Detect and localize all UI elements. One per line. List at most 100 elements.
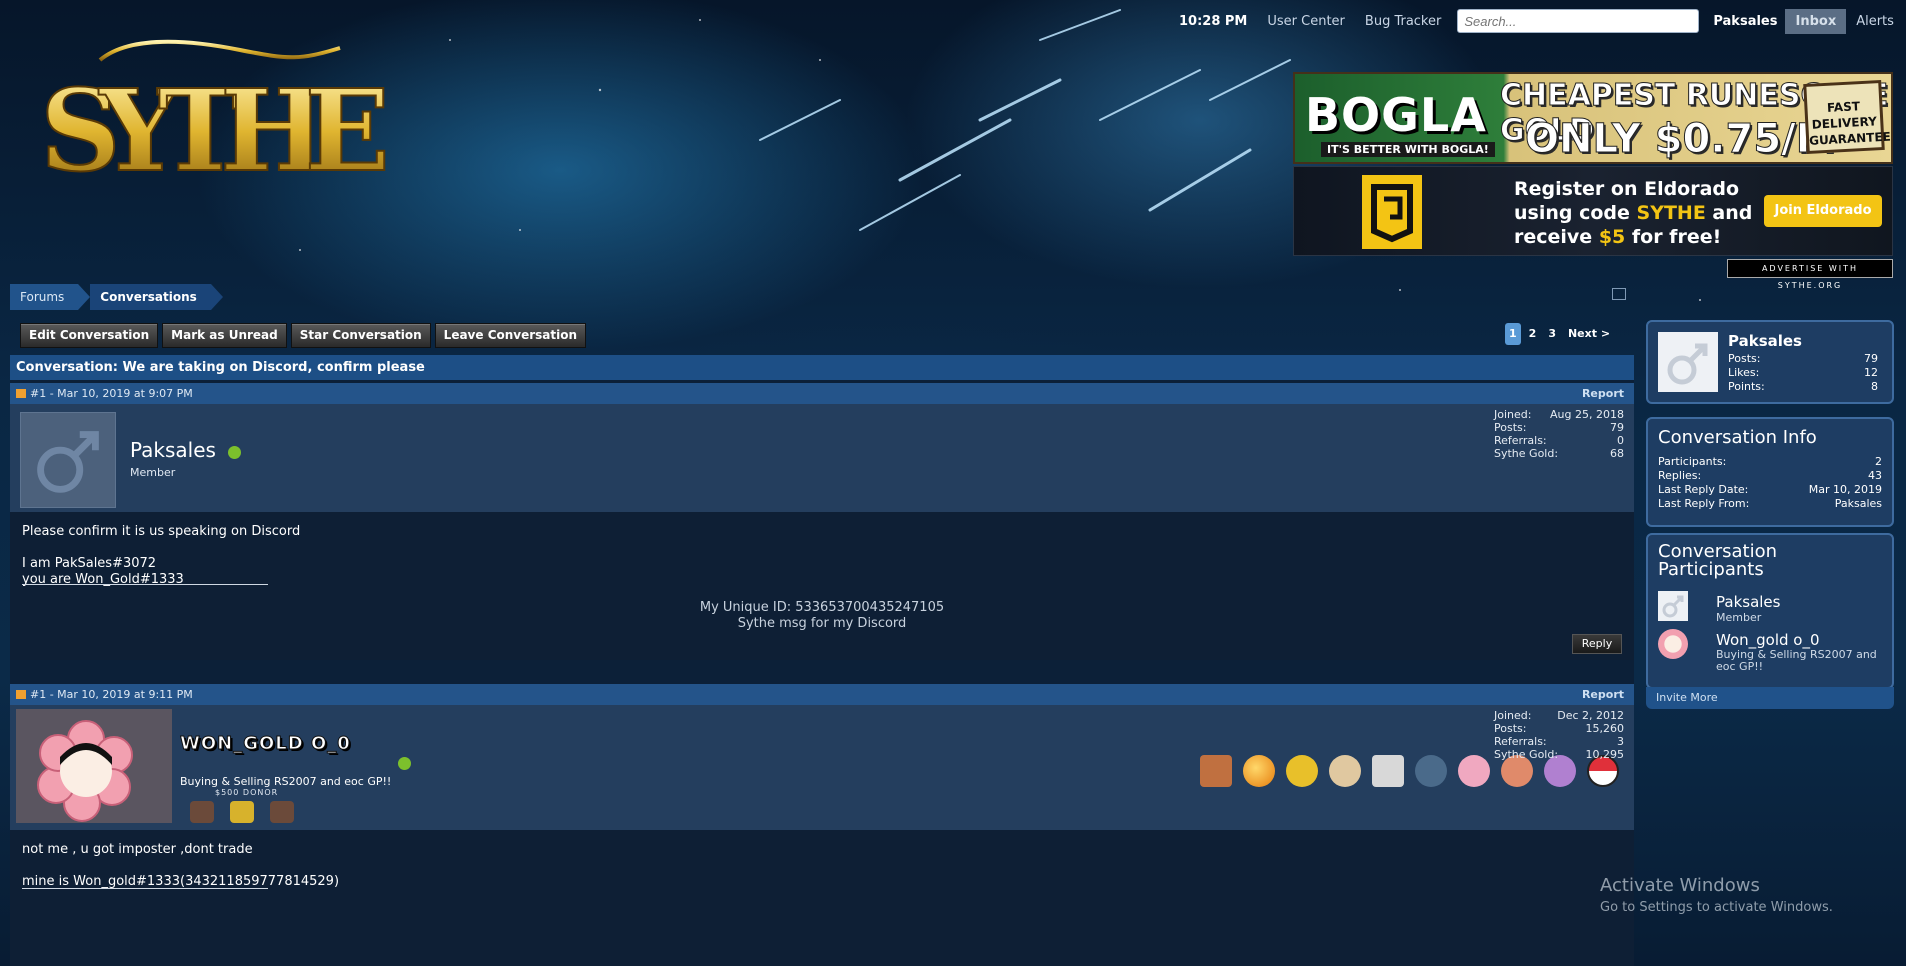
- badge-icon[interactable]: [1372, 755, 1404, 787]
- stat-label: Points:: [1728, 380, 1765, 393]
- new-post-icon: [16, 389, 26, 398]
- stat-label: Referrals:: [1494, 434, 1547, 447]
- post-user-info: Paksales Member Joined: Aug 25, 2018 Post…: [10, 404, 1634, 512]
- user-avatar[interactable]: [1658, 332, 1718, 392]
- badge-icon[interactable]: [1329, 755, 1361, 787]
- mark-unread-button[interactable]: Mark as Unread: [162, 323, 287, 348]
- bug-tracker-link[interactable]: Bug Tracker: [1365, 14, 1441, 29]
- panel-heading: Conversation Info: [1658, 427, 1817, 448]
- signature-line: Sythe msg for my Discord: [737, 616, 907, 631]
- breadcrumb: Forums Conversations: [10, 284, 223, 310]
- breadcrumb-conversations[interactable]: Conversations: [90, 284, 223, 310]
- leave-conversation-button[interactable]: Leave Conversation: [434, 323, 587, 348]
- message-line: I am PakSales#3072: [22, 556, 157, 571]
- page-3[interactable]: 3: [1544, 323, 1560, 345]
- eldorado-line-2b: and: [1705, 202, 1753, 224]
- user-icons: [190, 801, 294, 823]
- report-link[interactable]: Report: [1582, 383, 1624, 404]
- post-body: Please confirm it is us speaking on Disc…: [10, 512, 1634, 660]
- clock: 10:28 PM: [1179, 13, 1248, 29]
- eldorado-line-2a: using code: [1514, 202, 1637, 224]
- user-stats: Joined: Aug 25, 2018 Posts: 79 Referrals: 0…: [1494, 408, 1624, 460]
- stat-label: Referrals:: [1494, 735, 1547, 748]
- badge-icon[interactable]: [1243, 755, 1275, 787]
- stat-label: Joined:: [1494, 408, 1532, 421]
- info-value[interactable]: Paksales: [1835, 497, 1882, 511]
- participant-name[interactable]: Paksales: [1716, 593, 1780, 611]
- stat-label: Joined:: [1494, 709, 1532, 722]
- post-meta[interactable]: #1 - Mar 10, 2019 at 9:11 PM: [30, 688, 193, 701]
- star-conversation-button[interactable]: Star Conversation: [290, 323, 431, 348]
- user-menu-link[interactable]: Paksales: [1713, 14, 1777, 29]
- stat-value: 79: [1864, 352, 1878, 365]
- eldorado-promo-text: Register on Eldorado using code SYTHE an…: [1514, 177, 1752, 249]
- edit-conversation-button[interactable]: Edit Conversation: [20, 323, 159, 348]
- stat-value: 15,260: [1585, 722, 1625, 735]
- badge-icon[interactable]: [1415, 755, 1447, 787]
- message-line: you are Won_Gold#1333: [22, 572, 184, 587]
- avatar[interactable]: [16, 709, 172, 823]
- username[interactable]: Paksales: [130, 438, 216, 462]
- info-label: Last Reply From:: [1658, 497, 1750, 510]
- post-header: #1 - Mar 10, 2019 at 9:11 PM Report: [10, 684, 1634, 705]
- stat-value: 8: [1871, 380, 1878, 393]
- post-body: not me , u got imposter ,dont trade mine…: [10, 830, 1634, 966]
- reply-button[interactable]: Reply: [1572, 634, 1622, 654]
- online-indicator: [228, 446, 241, 459]
- online-indicator: [398, 757, 411, 770]
- message-text: Please confirm it is us speaking on Disc…: [22, 524, 300, 588]
- stat-value: 3: [1617, 735, 1624, 748]
- post-meta[interactable]: #1 - Mar 10, 2019 at 9:07 PM: [30, 387, 193, 400]
- eldorado-amount: $5: [1598, 226, 1626, 248]
- report-link[interactable]: Report: [1582, 684, 1624, 705]
- participant-name[interactable]: Won_gold o_0: [1716, 631, 1820, 649]
- bogla-ad-banner[interactable]: BOGLA IT'S BETTER WITH BOGLA! CHEAPEST R…: [1293, 72, 1893, 164]
- sythe-logo[interactable]: SYTHE: [40, 30, 400, 190]
- search-input[interactable]: [1457, 9, 1700, 33]
- stat-label: Posts:: [1728, 352, 1761, 365]
- username[interactable]: WON_GOLD O_0: [180, 733, 351, 755]
- panel-heading: Conversation Participants: [1658, 541, 1778, 580]
- top-nav-bar: 10:28 PM User Center Bug Tracker Paksale…: [1175, 8, 1906, 34]
- conversation-actions: Edit Conversation Mark as Unread Star Co…: [20, 323, 587, 348]
- windows-activation-watermark: Activate Windows Go to Settings to activ…: [1600, 875, 1833, 915]
- info-value: Mar 10, 2019: [1808, 483, 1882, 496]
- avatar[interactable]: [20, 412, 116, 508]
- logo-text: SYTHE: [40, 66, 390, 190]
- badge-icon[interactable]: [1200, 755, 1232, 787]
- user-center-link[interactable]: User Center: [1267, 14, 1345, 29]
- info-value: 43: [1868, 469, 1882, 482]
- page-1[interactable]: 1: [1505, 323, 1521, 345]
- info-label: Replies:: [1658, 469, 1702, 482]
- participant-title: Member: [1716, 611, 1762, 624]
- visitor-name[interactable]: Paksales: [1728, 332, 1802, 350]
- inbox-link[interactable]: Inbox: [1785, 8, 1847, 34]
- alerts-link[interactable]: Alerts: [1856, 14, 1894, 29]
- eldorado-logo-icon: [1362, 175, 1422, 249]
- breadcrumb-forums[interactable]: Forums: [10, 284, 91, 310]
- signature-line: My Unique ID: 533653700435247105: [699, 600, 945, 615]
- user-title: Member: [130, 466, 176, 479]
- join-eldorado-button[interactable]: Join Eldorado: [1764, 195, 1882, 227]
- eldorado-line-3b: for free!: [1625, 226, 1722, 248]
- participant-avatar[interactable]: [1658, 591, 1688, 621]
- user-stats: Joined: Dec 2, 2012 Posts: 15,260 Referral…: [1494, 709, 1624, 761]
- info-label: Last Reply Date:: [1658, 483, 1749, 496]
- gold-coins-icon: [230, 801, 254, 823]
- popout-icon[interactable]: [1612, 288, 1626, 300]
- visitor-stats: Posts: 79 Likes: 12 Points: 8: [1728, 352, 1878, 394]
- stat-value: Dec 2, 2012: [1557, 709, 1624, 722]
- participant-avatar[interactable]: [1658, 629, 1688, 659]
- stat-label: Posts:: [1494, 421, 1527, 434]
- stat-label: Sythe Gold:: [1494, 748, 1559, 761]
- badge-icon[interactable]: [1286, 755, 1318, 787]
- next-page-link[interactable]: Next >: [1564, 323, 1614, 345]
- page-2[interactable]: 2: [1525, 323, 1541, 345]
- badge-icon[interactable]: [1458, 755, 1490, 787]
- watermark-subtitle: Go to Settings to activate Windows.: [1600, 900, 1833, 915]
- eldorado-line-3a: receive: [1514, 226, 1599, 248]
- eldorado-ad-banner[interactable]: Register on Eldorado using code SYTHE an…: [1293, 166, 1893, 256]
- advertise-link[interactable]: ADVERTISE WITH SYTHE.ORG: [1727, 259, 1893, 290]
- eldorado-code: SYTHE: [1636, 202, 1706, 224]
- invite-more-link[interactable]: Invite More: [1646, 687, 1894, 709]
